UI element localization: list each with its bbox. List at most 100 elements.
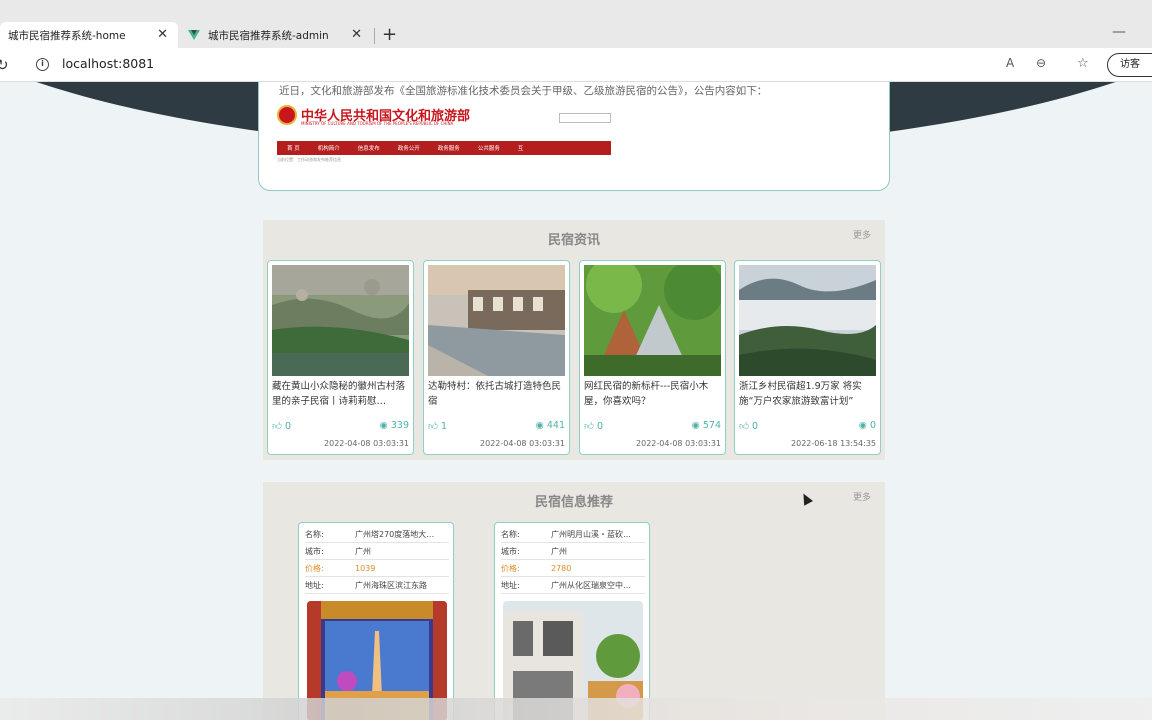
news-title[interactable]: 藏在黄山小众隐秘的徽州古村落里的亲子民宿丨诗莉莉慰…: [272, 379, 411, 409]
ministry-nav-item: 政务服务: [437, 146, 460, 152]
bottom-overlay: [0, 698, 1152, 720]
ministry-nav-item: 机构简介: [317, 146, 340, 152]
news-date: 2022-04-08 03:03:31: [636, 439, 721, 448]
news-card[interactable]: 浙江乡村民宿超1.9万家 将实施“万户农家旅游致富计划” 👍︎ 0 ◉ 0 20…: [734, 260, 881, 455]
news-date: 2022-06-18 13:54:35: [791, 439, 876, 448]
view-count: ◉ 574: [692, 420, 721, 431]
recommend-section-title: 民宿信息推荐: [534, 495, 613, 510]
like-count[interactable]: 👍︎ 0: [739, 420, 758, 432]
homestay-card[interactable]: 名称: 广州塔270度落地大… 城市: 广州 价格: 1039 地址: 广州海珠区滨江东…: [298, 522, 454, 720]
eye-icon: ◉: [691, 420, 703, 431]
city-value: 广州: [355, 547, 371, 556]
city-value: 广州: [551, 547, 567, 556]
news-card[interactable]: 达勒特村：依托古城打造特色民宿 👍︎ 1 ◉ 441 2022-04-08 03…: [423, 260, 570, 455]
news-image: [272, 265, 409, 376]
ministry-banner-image: 中华人民共和国文化和旅游部 MINISTRY OF CULTURE AND TO…: [277, 103, 611, 173]
address-value: 广州海珠区滨江东路: [355, 581, 427, 590]
minimize-icon[interactable]: —: [1112, 24, 1126, 40]
tab-home-title: 城市民宿推荐系统-home: [8, 29, 126, 42]
new-tab-icon[interactable]: +: [382, 24, 397, 45]
zoom-out-icon[interactable]: ⊖: [1036, 56, 1046, 70]
name-value: 广州明月山溪・蓝砍…: [551, 530, 631, 539]
eye-icon: ◉: [535, 420, 547, 431]
price-label: 价格:: [305, 564, 324, 573]
news-image: [584, 265, 721, 376]
view-value: 574: [702, 420, 721, 431]
ministry-nav-item: 首 页: [287, 146, 300, 152]
name-row: 名称: 广州明月山溪・蓝砍…: [501, 527, 645, 543]
like-value: 0: [284, 421, 291, 432]
ministry-search-box: [559, 113, 611, 123]
address-bar: ↻ i localhost:8081 A ⊖ ☆ 访客: [0, 48, 1152, 82]
like-count[interactable]: 👍︎ 1: [428, 420, 447, 432]
tab-admin[interactable]: 城市民宿推荐系统-admin ✕: [180, 22, 372, 48]
price-value: 1039: [355, 564, 376, 573]
notice-text: 近日，文化和旅游部发布《全国旅游标准化技术委员会关于甲级、乙级旅游民宿的公告》，…: [279, 85, 768, 97]
notice-card: 近日，文化和旅游部发布《全国旅游标准化技术委员会关于甲级、乙级旅游民宿的公告》，…: [258, 82, 890, 191]
view-value: 441: [546, 420, 565, 431]
news-date: 2022-04-08 03:03:31: [480, 439, 565, 448]
url-input[interactable]: localhost:8081: [62, 56, 154, 71]
ministry-nav-item: 互: [517, 146, 524, 152]
address-value: 广州从化区瑞泉空中…: [551, 581, 631, 590]
name-label: 名称:: [305, 530, 324, 539]
name-row: 名称: 广州塔270度落地大…: [305, 527, 449, 543]
page-content: 近日，文化和旅游部发布《全国旅游标准化技术委员会关于甲级、乙级旅游民宿的公告》，…: [0, 82, 1152, 720]
ministry-nav-item: 信息发布: [357, 146, 380, 152]
news-card[interactable]: 网红民宿的新标杆---民宿小木屋，你喜欢吗？ 👍︎ 0 ◉ 574 2022-0…: [579, 260, 726, 455]
thumbs-up-icon: 👍︎: [428, 421, 441, 432]
view-count: ◉ 441: [536, 420, 565, 431]
recommend-more-link[interactable]: 更多: [853, 490, 871, 503]
info-icon[interactable]: i: [36, 58, 49, 71]
like-count[interactable]: 👍︎ 0: [272, 420, 291, 432]
vue-logo-icon: [188, 30, 200, 40]
view-value: 0: [869, 420, 876, 431]
price-label: 价格:: [501, 564, 520, 573]
reload-icon[interactable]: ↻: [0, 56, 9, 74]
homestay-card[interactable]: 名称: 广州明月山溪・蓝砍… 城市: 广州 价格: 2780 地址: 广州从化区瑞泉空中…: [494, 522, 650, 720]
city-row: 城市: 广州: [305, 544, 449, 560]
view-value: 339: [390, 420, 409, 431]
favorites-icon[interactable]: ☆: [1077, 56, 1089, 71]
read-aloud-icon[interactable]: A: [1006, 56, 1014, 70]
city-label: 城市:: [501, 547, 520, 556]
tab-divider: [374, 28, 375, 44]
close-icon[interactable]: ✕: [351, 27, 362, 42]
news-card[interactable]: 藏在黄山小众隐秘的徽州古村落里的亲子民宿丨诗莉莉慰… 👍︎ 0 ◉ 339 20…: [267, 260, 414, 455]
like-value: 0: [751, 421, 758, 432]
ministry-nav: 首 页 机构简介 信息发布 政务公开 政务服务 公共服务 互: [277, 141, 611, 155]
like-value: 1: [440, 421, 447, 432]
address-row: 地址: 广州从化区瑞泉空中…: [501, 578, 645, 594]
eye-icon: ◉: [858, 420, 870, 431]
news-title[interactable]: 浙江乡村民宿超1.9万家 将实施“万户农家旅游致富计划”: [739, 379, 878, 409]
thumbs-up-icon: 👍︎: [584, 421, 597, 432]
browser-tab-bar: 城市民宿推荐系统-home ✕ 城市民宿推荐系统-admin ✕ + —: [0, 0, 1152, 48]
view-count: ◉ 339: [380, 420, 409, 431]
thumbs-up-icon: 👍︎: [272, 421, 285, 432]
national-emblem-icon: [277, 105, 297, 125]
ministry-nav-item: 公共服务: [477, 146, 500, 152]
news-image: [739, 265, 876, 376]
ministry-breadcrumb: 当前位置：工作动态和发布推荐信息: [277, 157, 341, 162]
tab-admin-title: 城市民宿推荐系统-admin: [208, 29, 329, 42]
recommend-section: 民宿信息推荐 更多 名称: 广州塔270度落地大… 城市: 广州 价格: 1039 地…: [263, 482, 885, 720]
eye-icon: ◉: [379, 420, 391, 431]
view-count: ◉ 0: [859, 420, 876, 431]
city-row: 城市: 广州: [501, 544, 645, 560]
like-count[interactable]: 👍︎ 0: [584, 420, 603, 432]
ministry-subtitle: MINISTRY OF CULTURE AND TOURISM OF THE P…: [301, 121, 454, 126]
thumbs-up-icon: 👍︎: [739, 421, 752, 432]
news-title[interactable]: 达勒特村：依托古城打造特色民宿: [428, 379, 567, 409]
ministry-nav-item: 政务公开: [397, 146, 420, 152]
close-icon[interactable]: ✕: [157, 27, 168, 42]
news-title[interactable]: 网红民宿的新标杆---民宿小木屋，你喜欢吗？: [584, 379, 723, 409]
like-value: 0: [596, 421, 603, 432]
tab-home[interactable]: 城市民宿推荐系统-home ✕: [0, 22, 178, 48]
news-more-link[interactable]: 更多: [853, 228, 871, 241]
news-section: 民宿资讯 更多 藏在黄山小众隐秘的徽州古村落里的亲子民宿丨诗莉莉慰… 👍︎ 0 …: [263, 220, 885, 460]
profile-button[interactable]: 访客: [1107, 53, 1152, 77]
address-row: 地址: 广州海珠区滨江东路: [305, 578, 449, 594]
price-value: 2780: [551, 564, 572, 573]
name-value: 广州塔270度落地大…: [355, 530, 435, 539]
news-section-title: 民宿资讯: [547, 233, 600, 248]
